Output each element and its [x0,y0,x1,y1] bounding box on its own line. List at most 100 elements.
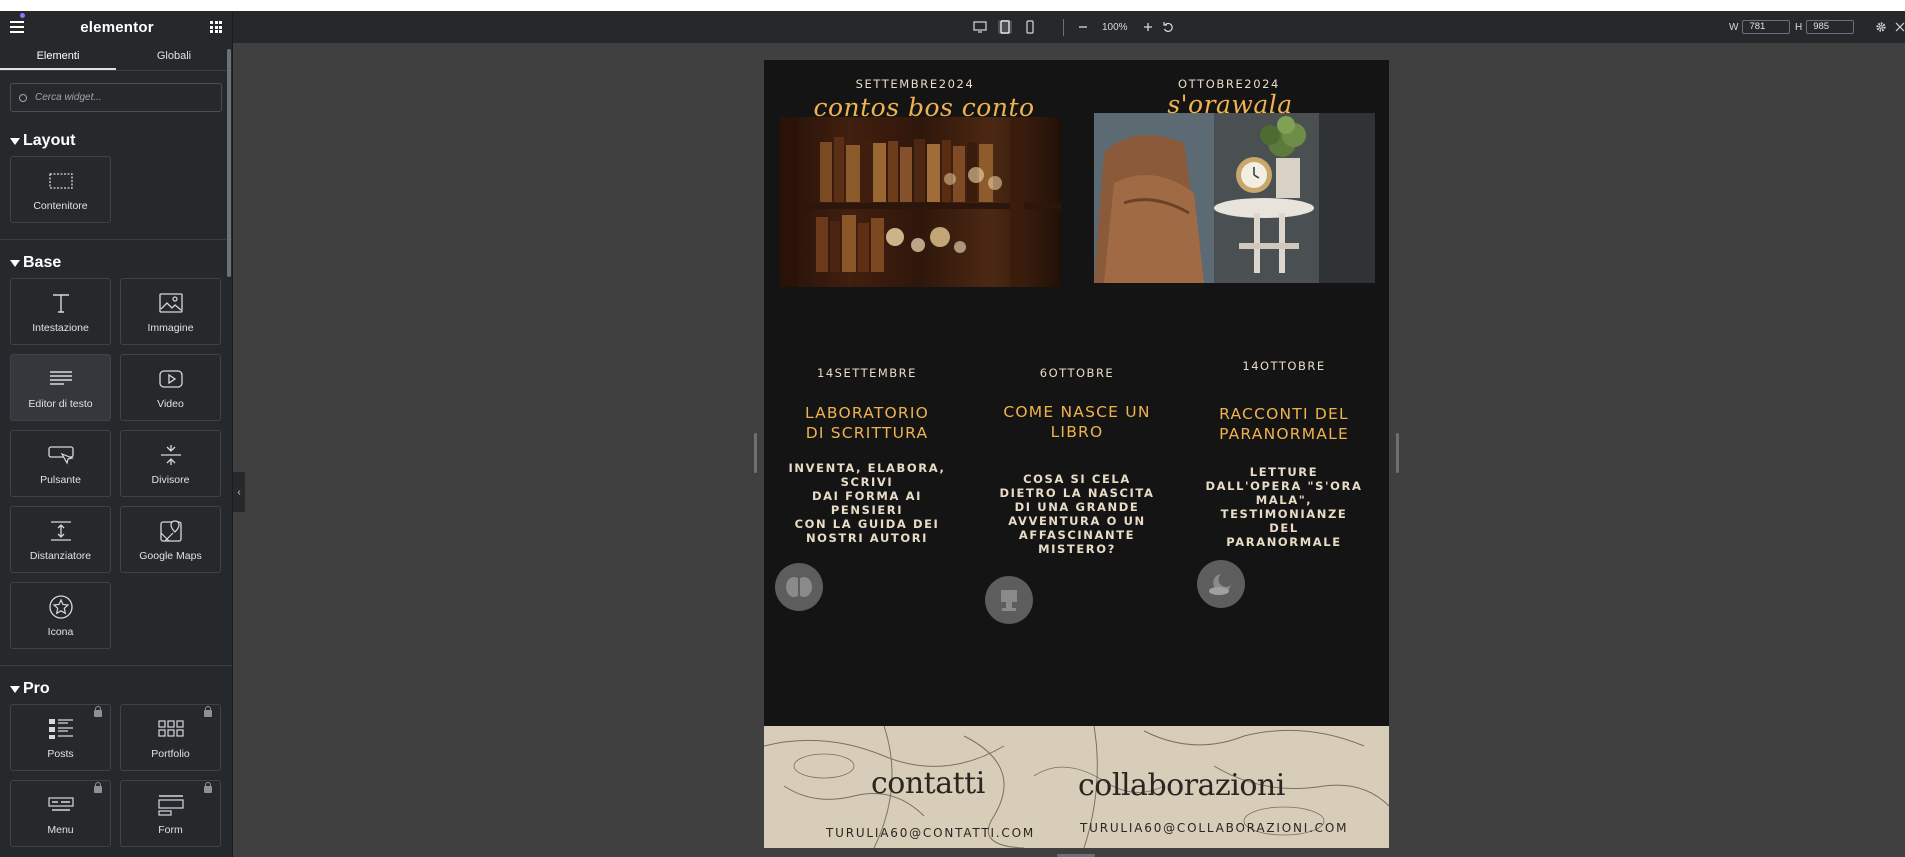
contacts-section: contatti collaborazioni TURULIA60@CONTAT… [764,726,1389,848]
text-editor-icon [49,370,72,385]
collapse-panel-button[interactable]: ‹ [233,472,245,512]
caret-down-icon [10,259,20,267]
height-label: H [1795,21,1803,33]
gear-icon [1876,22,1886,32]
responsive-toolbar: 100% W 781 H 985 [233,11,1905,43]
bookshelf-image [780,117,1061,287]
width-input[interactable]: 781 [1742,20,1791,34]
portfolio-icon [157,719,184,737]
tab-globali[interactable]: Globali [116,43,232,70]
close-icon [1895,22,1905,32]
close-preview-button[interactable] [1895,18,1905,36]
width-label: W [1729,21,1739,33]
settings-button[interactable] [1875,18,1887,36]
widget-google-maps[interactable]: Google Maps [120,506,221,573]
lock-icon [204,782,212,793]
elementor-logo: elementor [80,18,154,36]
section-layout-title: Layout [23,132,76,149]
widget-menu[interactable]: Menu [10,780,111,847]
widget-posts[interactable]: Posts [10,704,111,771]
moon-cloud-icon [1197,560,1245,608]
contacts-email-link[interactable]: TURULIA60@CONTATTI.COM [826,826,1035,840]
widget-divisore[interactable]: Divisore [120,430,221,497]
tablet-view-button[interactable] [998,18,1012,36]
height-control: H 985 [1795,20,1855,34]
reset-zoom-button[interactable] [1162,18,1174,36]
resize-handle-right[interactable] [1396,433,1399,473]
widget-label: Contenitore [33,199,88,212]
widget-label: Icona [47,625,74,638]
widget-label: Portfolio [151,747,190,760]
widget-intestazione[interactable]: Intestazione [10,278,111,345]
widget-form[interactable]: Form [120,780,221,847]
widget-icona[interactable]: Icona [10,582,111,649]
event-description: COSA SI CELA DIETRO LA NASCITA DI UNA GRAN… [999,472,1155,556]
chevron-left-icon: ‹ [237,486,241,498]
widget-video[interactable]: Video [120,354,221,421]
widget-portfolio[interactable]: Portfolio [120,704,221,771]
panel-scrollbar[interactable] [227,49,231,277]
search-icon [19,93,27,102]
resize-handle-left[interactable] [754,433,757,473]
event-title: RACCONTI DEL PARANORMALE [1219,405,1349,443]
featured-title: s'orawala [1167,90,1293,119]
event-description: LETTURE DALL'OPERA "S'ORA MALA", TESTIMONIA… [1205,465,1363,549]
widget-label: Pulsante [40,473,81,486]
section-layout[interactable]: Layout [0,122,232,156]
posts-icon [48,718,73,739]
widget-label: Menu [47,823,74,836]
width-control: W 781 [1729,20,1791,34]
desktop-view-button[interactable] [973,18,987,36]
search-placeholder: Cerca widget... [35,92,102,103]
tablet-icon [998,20,1012,34]
widget-pulsante[interactable]: Pulsante [10,430,111,497]
event-date: 14OTTOBRE [1242,359,1326,373]
heading-icon [52,293,69,313]
widget-label: Google Maps [139,549,202,562]
height-input[interactable]: 985 [1806,20,1855,34]
menu-icon[interactable] [10,13,25,33]
panel-tabs: Elementi Globali [0,43,232,71]
zoom-in-button[interactable] [1142,18,1154,36]
widget-search-input[interactable]: Cerca widget... [10,83,222,112]
featured-month: OTTOBRE2024 [1178,77,1280,91]
widget-label: Distanziatore [29,549,92,562]
video-icon [158,369,183,388]
event-date: 6OTTOBRE [1039,366,1115,380]
widget-editor-di-testo[interactable]: Editor di testo [10,354,111,421]
zoom-level: 100% [1102,21,1128,33]
tab-elementi[interactable]: Elementi [0,43,116,70]
event-title: COME NASCE UN LIBRO [1003,403,1151,441]
container-icon [48,172,73,189]
widget-distanziatore[interactable]: Distanziatore [10,506,111,573]
reset-icon [1163,22,1173,33]
mobile-view-button[interactable] [1023,18,1037,36]
button-icon [47,445,74,465]
map-icon [159,519,182,542]
elementor-panel: elementor Elementi Globali Cerca widget.… [0,11,233,857]
star-icon [48,594,73,619]
section-base[interactable]: Base [0,244,232,278]
widget-label: Form [158,823,183,836]
event-description: INVENTA, ELABORA, SCRIVI DAI FORMA AI PENSI… [788,461,946,545]
browser-top-strip [0,0,1905,11]
book-stamp-icon [985,576,1033,624]
collaborations-email-link[interactable]: TURULIA60@COLLABORAZIONI.COM [1080,821,1348,835]
section-pro[interactable]: Pro [0,670,232,704]
zoom-out-button[interactable] [1077,18,1089,36]
caret-down-icon [10,137,20,145]
notification-dot [20,13,25,18]
widget-label: Intestazione [32,321,89,334]
event-title: LABORATORIO DI SCRITTURA [804,404,930,442]
featured-month: SETTEMBRE2024 [855,77,975,91]
widgets-grid-icon[interactable] [210,21,222,33]
section-base-title: Base [23,254,62,271]
panel-header: elementor [0,11,232,43]
widget-label: Editor di testo [28,397,93,410]
widget-immagine[interactable]: Immagine [120,278,221,345]
minus-icon [1079,26,1087,28]
caret-down-icon [10,685,20,693]
widget-contenitore[interactable]: Contenitore [10,156,111,223]
armchair-clock-image [1094,113,1375,283]
plus-icon [1144,23,1152,31]
